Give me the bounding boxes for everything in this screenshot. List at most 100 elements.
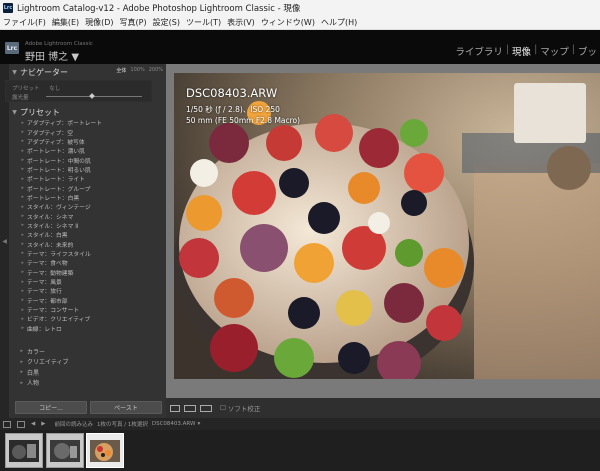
navigator-slider[interactable] [46,93,142,99]
zoom-100[interactable]: 100% [130,67,144,74]
preset-item[interactable]: ▸ テーマ：コンサート [9,305,166,315]
preset-item[interactable]: ▸ スタイル：未来的 [9,239,166,249]
preset-bullet-icon: ▸ [21,231,24,238]
preset-label: スタイル：ヴィンテージ [27,205,91,212]
preset-label: ポートレート：明るい肌 [27,167,91,174]
preset-label: ビデオ：クリエイティブ [27,317,91,324]
menu-develop[interactable]: 現像(D) [82,17,116,28]
preset-item[interactable]: ▸ アダプティブ：空 [9,127,166,137]
preset-item[interactable]: ▸ テーマ：旅行 [9,286,166,296]
paste-settings-button[interactable]: ペースト [90,401,162,414]
zoom-fit[interactable]: 全体 [116,67,126,74]
triangle-right-icon: ▸ [20,369,23,376]
preset-item[interactable]: ▸ アダプティブ：ポートレート [9,118,166,128]
preset-label: ポートレート：ライト [27,177,85,184]
preset-item[interactable]: ▸ テーマ：食べ物 [9,258,166,268]
module-library[interactable]: ライブラリ [452,44,506,58]
preset-item[interactable]: ▸ ポートレート：白黒 [9,193,166,202]
copy-settings-button[interactable]: コピー... [15,401,87,414]
preset-group[interactable]: ▸ 人物 [9,378,166,389]
preset-item[interactable]: ▸ ポートレート：中間の肌 [9,155,166,165]
preset-label: ポートレート：グループ [27,186,91,193]
module-map[interactable]: マップ [537,44,572,58]
filmstrip-thumbnail-selected[interactable] [86,433,124,468]
preset-item[interactable]: ▸ スタイル：白黒 [9,230,166,240]
menu-edit[interactable]: 編集(E) [49,17,82,28]
zoom-200[interactable]: 200% [149,67,163,74]
filmstrip-path[interactable]: DSC08403.ARW [152,421,196,427]
module-develop[interactable]: 現像 [509,44,534,58]
image-work-area[interactable]: DSC08403.ARW 1/50 秒 (ƒ / 2.8)、ISO 250 50… [166,64,600,398]
preset-item[interactable]: ▸ ポートレート：グループ [9,183,166,193]
compare-view-icon[interactable] [200,404,212,412]
preset-item[interactable]: ▸ ポートレート：濃い肌 [9,146,166,156]
user-name-menu[interactable]: 野田 博之 ▼ [25,48,79,63]
thumbnail-image [50,440,80,462]
triangle-down-icon: ▼ [12,68,17,76]
navigator-preview[interactable]: プリセット なし 露光量 [5,80,152,102]
module-book[interactable]: ブッ [575,44,600,58]
preset-bullet-icon: ▸ [21,203,24,210]
filmstrip-thumbnail[interactable] [5,433,43,468]
preset-bullet-icon: ▸ [21,287,24,294]
preset-group-label: カラー [27,348,46,356]
before-after-icon[interactable] [184,404,196,412]
preset-item[interactable]: ▸ スタイル：ヴィンテージ [9,202,166,212]
preset-bullet-icon: ▸ [21,166,24,173]
preset-group[interactable]: ▸ カラー [9,346,166,357]
presets-header[interactable]: ▼ プリセット [9,106,166,118]
loupe-view-icon[interactable] [170,404,180,412]
navigator-preset-row: プリセット なし [12,84,60,92]
preset-item[interactable]: ▸ ビデオ：クリエイティブ [9,314,166,324]
photo-preview[interactable]: DSC08403.ARW 1/50 秒 (ƒ / 2.8)、ISO 250 50… [174,73,600,379]
thumbnail-image [9,440,39,462]
preset-item[interactable]: ▸ ポートレート：明るい肌 [9,165,166,174]
preset-label: ポートレート：中間の肌 [27,158,91,165]
menu-bar: ファイル(F) 編集(E) 現像(D) 写真(P) 設定(S) ツール(T) 表… [0,16,600,30]
menu-file[interactable]: ファイル(F) [0,17,49,28]
photo-filename: DSC08403.ARW [186,86,278,100]
menu-view[interactable]: 表示(V) [224,17,258,28]
preset-item[interactable]: ▸ テーマ：動物建築 [9,268,166,277]
preset-bullet-icon: ▸ [21,259,24,266]
preset-group-list: ▸ カラー ▸ クリエイティブ ▸ 白黒 ▸ 人物 [9,346,166,388]
preset-label: テーマ：風景 [27,280,62,287]
left-panel-toggle[interactable]: ◀ [0,64,9,418]
preset-label: ポートレート：白黒 [27,195,80,202]
menu-settings[interactable]: 設定(S) [150,17,183,28]
preset-item[interactable]: ▸ ポートレート：ライト [9,174,166,184]
preset-label: アダプティブ：空 [27,130,74,137]
preset-label: テーマ：動物建築 [27,270,74,277]
grid-icon[interactable] [17,420,25,428]
preset-item[interactable]: ▸ テーマ：ライフスタイル [9,249,166,258]
navigator-preset-label: プリセット [12,86,40,92]
preset-item[interactable]: ▸ テーマ：風景 [9,277,166,287]
menu-tools[interactable]: ツール(T) [183,17,224,28]
menu-help[interactable]: ヘルプ(H) [318,17,360,28]
triangle-right-icon: ▸ [20,348,23,355]
forward-arrow-icon[interactable]: ▶ [41,421,45,427]
menu-window[interactable]: ウィンドウ(W) [258,17,318,28]
collapse-arrow-icon: ◀ [2,237,7,245]
navigator-preset-value: なし [49,86,61,92]
menu-photo[interactable]: 写真(P) [117,17,150,28]
preset-group[interactable]: ▸ クリエイティブ [9,357,166,368]
filmstrip-thumbnail[interactable] [46,433,84,468]
filmstrip-source[interactable]: 前回の読み込み [54,420,93,428]
preset-item[interactable]: ▸ 曲線：レトロ [9,324,166,333]
second-window-icon[interactable] [3,420,11,428]
preset-item[interactable]: ▸ テーマ：都市部 [9,296,166,305]
back-arrow-icon[interactable]: ◀ [31,421,35,427]
slider-knob[interactable] [89,93,95,99]
module-picker: ライブラリ | 現像 | マップ | ブッ [452,44,600,58]
preset-group[interactable]: ▸ 白黒 [9,367,166,378]
preset-label: ポートレート：濃い肌 [27,149,85,156]
chevron-down-icon[interactable]: ▾ [197,421,200,427]
softproof-checkbox[interactable]: ☐ [220,404,226,412]
preset-bullet-icon: ▸ [21,222,24,229]
preset-item[interactable]: ▸ スタイル：シネマ [9,211,166,221]
photo-exposure-info: 1/50 秒 (ƒ / 2.8)、ISO 250 [186,105,280,114]
preset-item[interactable]: ▸ スタイル：シネマ II [9,221,166,230]
preset-item[interactable]: ▸ アダプティブ：被写体 [9,137,166,146]
preset-group-label: クリエイティブ [27,359,69,367]
